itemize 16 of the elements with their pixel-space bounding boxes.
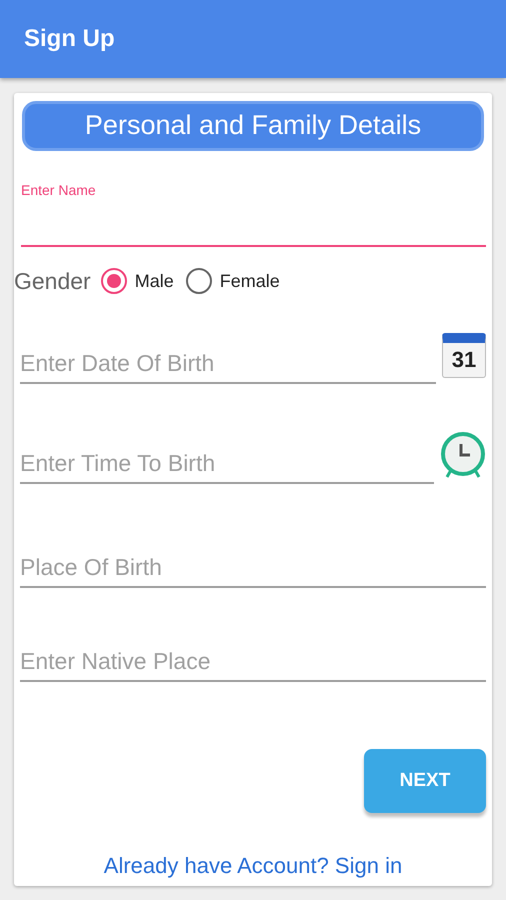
input-field[interactable]: Place Of Birth <box>20 548 486 588</box>
app-bar-title: Sign Up <box>24 24 115 54</box>
input-field[interactable]: Enter Date Of Birth <box>20 344 436 384</box>
alarm-clock-icon[interactable] <box>440 430 486 478</box>
radio-button[interactable] <box>100 268 127 294</box>
sign-in-link[interactable]: Already have Account? Sign in <box>104 853 402 878</box>
input-field[interactable]: Enter Native Place <box>20 642 486 682</box>
calendar-icon[interactable]: 31 <box>442 333 486 378</box>
section-header: Personal and Family Details <box>22 101 484 151</box>
floating-label: Enter Name <box>21 181 96 200</box>
radio-label[interactable]: Male <box>134 268 174 294</box>
gender-label: Gender <box>14 266 91 296</box>
input-field[interactable]: Enter Time To Birth <box>20 444 434 484</box>
radio-label[interactable]: Female <box>220 268 280 294</box>
calendar-date: 31 <box>452 349 476 371</box>
radio-button[interactable] <box>186 268 212 294</box>
